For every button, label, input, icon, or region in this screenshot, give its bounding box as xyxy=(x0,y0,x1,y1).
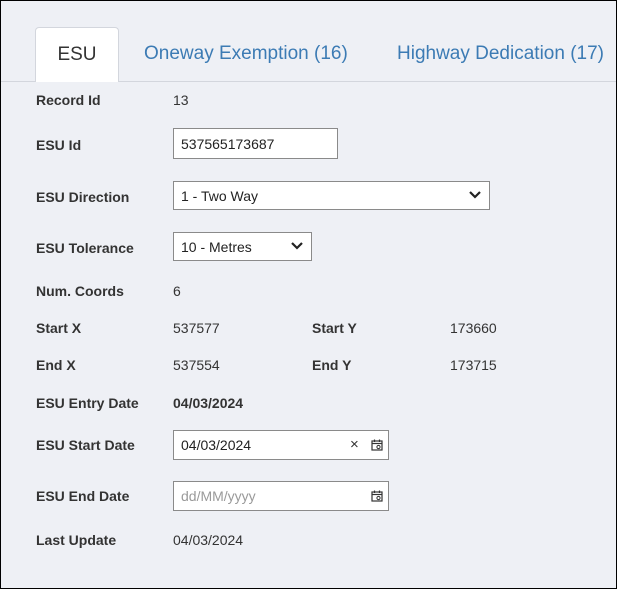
start-date-input-value: 04/03/2024 xyxy=(181,437,252,453)
end-x-label: End X xyxy=(36,357,76,373)
num-coords-label: Num. Coords xyxy=(36,283,124,299)
end-x-value: 537554 xyxy=(173,357,220,373)
last-update-value: 04/03/2024 xyxy=(173,532,244,548)
esu-tolerance-label: ESU Tolerance xyxy=(36,240,134,256)
start-x-label: Start X xyxy=(36,320,82,336)
tab-oneway-exemption[interactable]: Oneway Exemption (16) xyxy=(144,27,348,82)
num-coords-value: 6 xyxy=(173,283,181,299)
entry-date-label: ESU Entry Date xyxy=(36,395,139,411)
esu-id-label: ESU Id xyxy=(36,137,82,153)
record-id-label: Record Id xyxy=(36,92,101,108)
esu-direction-selected-value: 1 - Two Way xyxy=(181,188,259,204)
esu-direction-select[interactable]: 1 - Two Way xyxy=(173,181,490,210)
last-update-label: Last Update xyxy=(36,532,117,548)
end-y-label: End Y xyxy=(312,357,352,373)
esu-id-input[interactable]: 537565173687 xyxy=(173,128,338,159)
esu-panel: ESU Oneway Exemption (16) Highway Dedica… xyxy=(0,0,617,589)
tab-highway-dedication[interactable]: Highway Dedication (17) xyxy=(397,27,604,82)
close-icon[interactable]: × xyxy=(350,437,359,452)
end-date-label: ESU End Date xyxy=(36,488,130,504)
end-date-input[interactable]: dd/MM/yyyy xyxy=(173,481,389,511)
start-y-value: 173660 xyxy=(450,320,497,336)
entry-date-value: 04/03/2024 xyxy=(173,395,244,411)
tab-bar: ESU Oneway Exemption (16) Highway Dedica… xyxy=(1,1,616,82)
esu-tolerance-selected-value: 10 - Metres xyxy=(181,239,252,255)
end-date-placeholder: dd/MM/yyyy xyxy=(181,488,256,504)
calendar-icon[interactable] xyxy=(371,439,383,451)
start-x-value: 537577 xyxy=(173,320,220,336)
start-date-label: ESU Start Date xyxy=(36,437,135,453)
esu-id-input-value: 537565173687 xyxy=(181,136,275,152)
start-y-label: Start Y xyxy=(312,320,357,336)
end-y-value: 173715 xyxy=(450,357,497,373)
calendar-icon[interactable] xyxy=(371,490,383,502)
chevron-down-icon xyxy=(469,191,481,199)
start-date-input[interactable]: 04/03/2024 × xyxy=(173,430,389,460)
esu-direction-label: ESU Direction xyxy=(36,189,130,205)
record-id-value: 13 xyxy=(173,92,189,108)
tab-esu[interactable]: ESU xyxy=(35,27,119,82)
chevron-down-icon xyxy=(291,242,303,250)
esu-tolerance-select[interactable]: 10 - Metres xyxy=(173,232,312,261)
